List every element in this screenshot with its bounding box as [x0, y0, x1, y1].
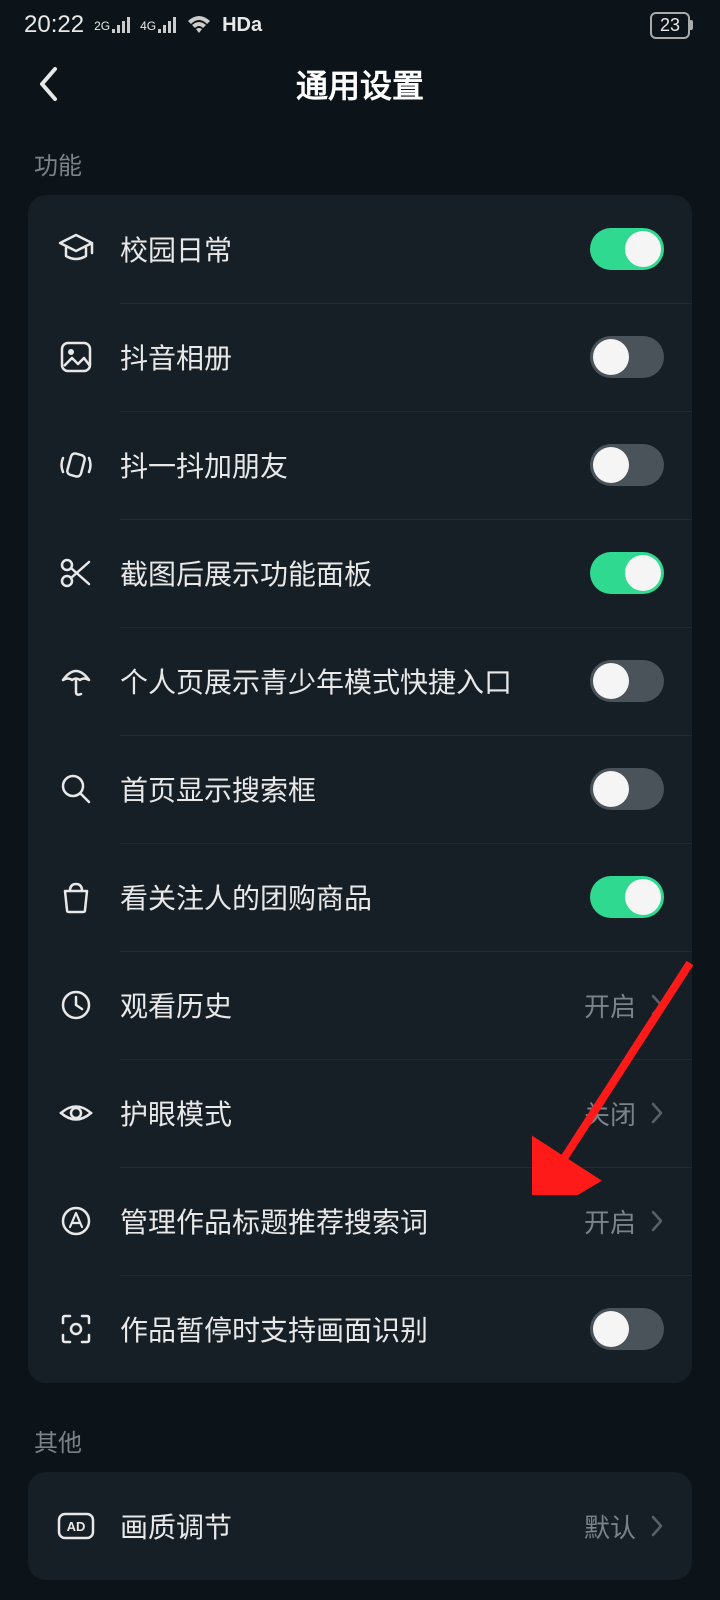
hd-indicator: HDa [222, 14, 262, 37]
status-bar: 20:22 2G 4G HDa 23 [0, 0, 720, 50]
signal-2g-icon: 2G [94, 17, 130, 33]
chevron-right-icon [650, 993, 664, 1017]
row-keywords[interactable]: 管理作品标题推荐搜索词 开启 [28, 1167, 692, 1275]
row-value: 开启 [584, 987, 636, 1024]
toggle-teen[interactable] [590, 660, 664, 702]
status-time: 20:22 [24, 11, 84, 39]
svg-text:AD: AD [67, 1519, 86, 1534]
graduation-cap-icon [56, 229, 96, 269]
section-functions-label: 功能 [0, 118, 720, 195]
row-label: 个人页展示青少年模式快捷入口 [120, 661, 590, 701]
page-title: 通用设置 [0, 61, 720, 107]
row-history[interactable]: 观看历史 开启 [28, 951, 692, 1059]
header: 通用设置 [0, 50, 720, 118]
battery-icon: 23 [650, 12, 690, 39]
image-icon [56, 337, 96, 377]
back-button[interactable] [28, 64, 68, 104]
row-label: 管理作品标题推荐搜索词 [120, 1201, 584, 1241]
row-label: 截图后展示功能面板 [120, 553, 590, 593]
circled-a-icon [56, 1201, 96, 1241]
toggle-search[interactable] [590, 768, 664, 810]
row-label: 首页显示搜索框 [120, 769, 590, 809]
toggle-shop[interactable] [590, 876, 664, 918]
ad-quality-icon: AD [56, 1506, 96, 1546]
row-value: 开启 [584, 1203, 636, 1240]
status-right: 23 [650, 12, 690, 39]
row-label: 抖音相册 [120, 337, 590, 377]
shake-icon [56, 445, 96, 485]
toggle-shake[interactable] [590, 444, 664, 486]
chevron-right-icon [650, 1209, 664, 1233]
other-card: AD 画质调节 默认 [28, 1472, 692, 1580]
eye-icon [56, 1093, 96, 1133]
row-shop[interactable]: 看关注人的团购商品 [28, 843, 692, 951]
section-other-label: 其他 [0, 1383, 720, 1472]
row-recognition[interactable]: 作品暂停时支持画面识别 [28, 1275, 692, 1383]
chevron-left-icon [37, 66, 59, 102]
row-label: 看关注人的团购商品 [120, 877, 590, 917]
scan-icon [56, 1309, 96, 1349]
wifi-icon [186, 15, 212, 35]
row-screenshot[interactable]: 截图后展示功能面板 [28, 519, 692, 627]
row-label: 观看历史 [120, 985, 584, 1025]
row-shake[interactable]: 抖一抖加朋友 [28, 411, 692, 519]
row-label: 校园日常 [120, 229, 590, 269]
row-eyecare[interactable]: 护眼模式 关闭 [28, 1059, 692, 1167]
row-album[interactable]: 抖音相册 [28, 303, 692, 411]
status-left: 20:22 2G 4G HDa [24, 11, 262, 39]
search-icon [56, 769, 96, 809]
clock-icon [56, 985, 96, 1025]
row-quality[interactable]: AD 画质调节 默认 [28, 1472, 692, 1580]
row-value: 关闭 [584, 1095, 636, 1132]
toggle-screenshot[interactable] [590, 552, 664, 594]
row-label: 画质调节 [120, 1506, 584, 1546]
signal-4g-icon: 4G [140, 17, 176, 33]
chevron-right-icon [650, 1514, 664, 1538]
row-campus[interactable]: 校园日常 [28, 195, 692, 303]
chevron-right-icon [650, 1101, 664, 1125]
toggle-album[interactable] [590, 336, 664, 378]
toggle-campus[interactable] [590, 228, 664, 270]
row-label: 作品暂停时支持画面识别 [120, 1309, 590, 1349]
row-teen[interactable]: 个人页展示青少年模式快捷入口 [28, 627, 692, 735]
row-search[interactable]: 首页显示搜索框 [28, 735, 692, 843]
row-value: 默认 [584, 1508, 636, 1545]
row-label: 护眼模式 [120, 1093, 584, 1133]
scissors-icon [56, 553, 96, 593]
battery-level: 23 [660, 15, 680, 35]
umbrella-icon [56, 661, 96, 701]
functions-card: 校园日常 抖音相册 抖一抖加朋友 截图后展示功能面板 个人页展示青少年模式快捷入… [28, 195, 692, 1383]
toggle-recognition[interactable] [590, 1308, 664, 1350]
row-label: 抖一抖加朋友 [120, 445, 590, 485]
shopping-bag-icon [56, 877, 96, 917]
